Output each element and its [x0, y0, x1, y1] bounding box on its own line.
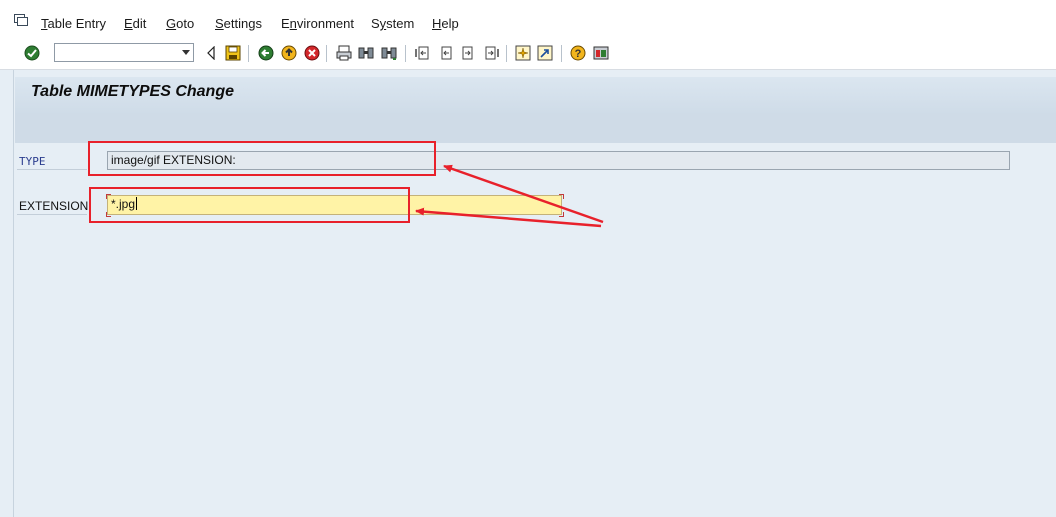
enter-icon[interactable]	[23, 44, 41, 62]
left-rail	[0, 70, 14, 517]
last-page-icon[interactable]	[482, 44, 500, 62]
find-icon[interactable]	[357, 44, 375, 62]
menu-settings[interactable]: Settings	[215, 16, 262, 31]
system-menu-icon[interactable]	[14, 14, 28, 26]
sap-gui-window: Table Entry Edit Goto Settings Environme…	[0, 0, 1056, 517]
create-session-icon[interactable]	[514, 44, 532, 62]
field-corner-marker	[106, 212, 111, 217]
field-corner-marker	[559, 212, 564, 217]
extension-label: EXTENSION	[19, 199, 89, 213]
chevron-down-icon[interactable]	[182, 50, 190, 55]
text-caret	[136, 197, 138, 210]
back-triangle-icon[interactable]	[202, 44, 220, 62]
toolbar-separator	[561, 45, 562, 62]
cancel-icon[interactable]	[303, 44, 321, 62]
menu-environment[interactable]: Environment	[281, 16, 354, 31]
help-icon[interactable]: ?	[569, 44, 587, 62]
save-icon[interactable]	[224, 44, 242, 62]
type-field: image/gif EXTENSION:	[107, 151, 1010, 170]
standard-toolbar: ?	[0, 38, 1056, 70]
page-title: Table MIMETYPES Change	[31, 83, 234, 100]
toolbar-separator	[405, 45, 406, 62]
next-page-icon[interactable]	[459, 44, 477, 62]
type-label: TYPE	[19, 155, 46, 168]
application-toolbar	[15, 113, 1056, 143]
menu-system[interactable]: System	[371, 16, 414, 31]
menu-goto[interactable]: Goto	[166, 16, 194, 31]
title-bar: Table MIMETYPES Change	[15, 77, 1056, 113]
first-page-icon[interactable]	[414, 44, 432, 62]
back-icon[interactable]	[257, 44, 275, 62]
svg-text:?: ?	[575, 48, 582, 60]
find-next-icon[interactable]	[380, 44, 398, 62]
menu-help[interactable]: Help	[432, 16, 459, 31]
field-corner-marker	[559, 194, 564, 199]
shortcut-icon[interactable]	[536, 44, 554, 62]
toolbar-separator	[506, 45, 507, 62]
exit-icon[interactable]	[280, 44, 298, 62]
menu-table-entry[interactable]: Table Entry	[41, 16, 106, 31]
toolbar-separator	[248, 45, 249, 62]
label-underline	[17, 169, 87, 170]
label-underline	[17, 214, 87, 215]
extension-input[interactable]: *.jpg	[107, 195, 562, 215]
form-area: TYPE image/gif EXTENSION: EXTENSION *.jp…	[15, 143, 1056, 517]
field-corner-marker	[106, 194, 111, 199]
previous-page-icon[interactable]	[437, 44, 455, 62]
customize-layout-icon[interactable]	[592, 44, 610, 62]
toolbar-separator	[326, 45, 327, 62]
menu-edit[interactable]: Edit	[124, 16, 146, 31]
command-field[interactable]	[54, 43, 194, 62]
print-icon[interactable]	[335, 44, 353, 62]
menu-bar: Table Entry Edit Goto Settings Environme…	[0, 0, 1056, 38]
